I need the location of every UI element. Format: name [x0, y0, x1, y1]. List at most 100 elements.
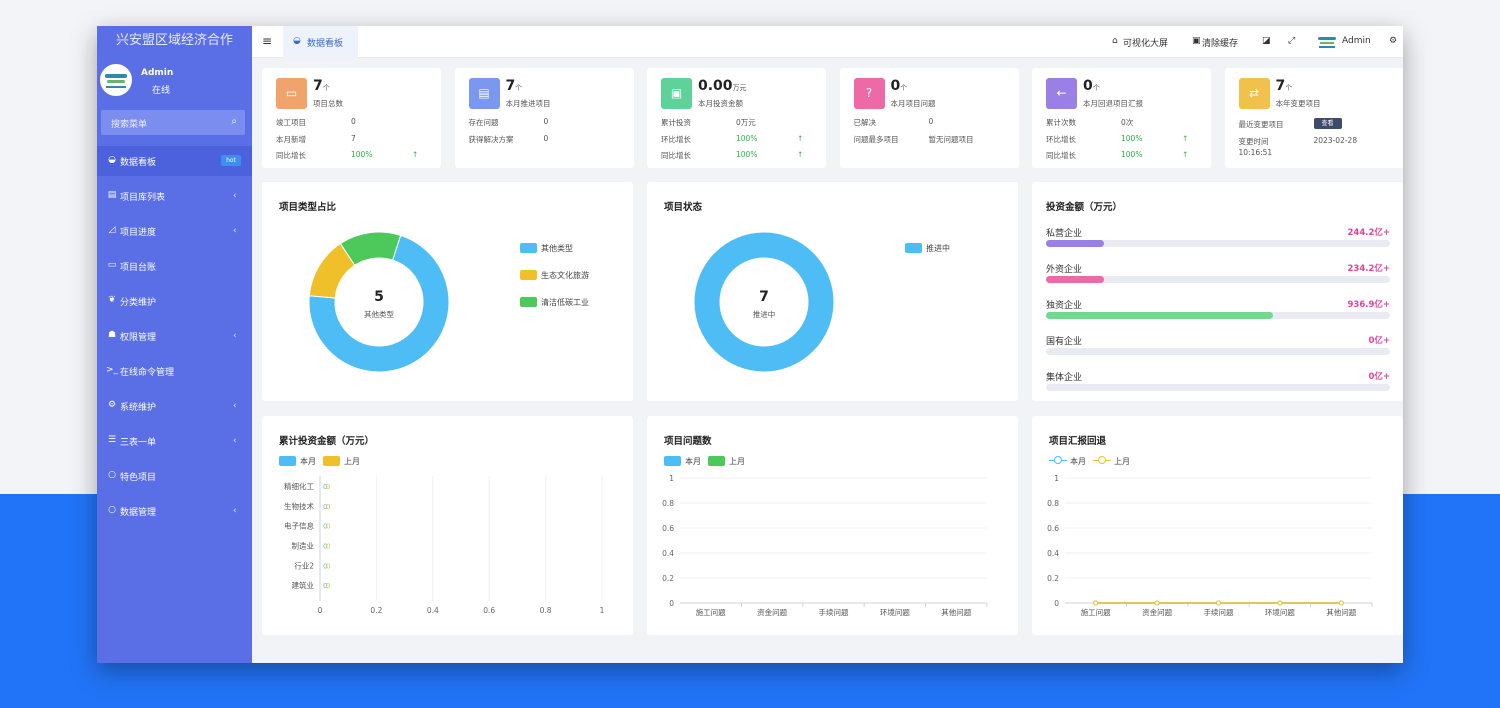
sidebar-item-label: 数据管理 [120, 508, 157, 518]
stat-row-value: 0次 [1121, 118, 1134, 127]
up-arrow-icon: ↑ [797, 150, 804, 159]
stat-label: 本月投资金额 [698, 99, 743, 108]
y-tick-label: 0.6 [1047, 524, 1059, 533]
user-avatar-small[interactable] [1318, 34, 1336, 50]
investment-track [1046, 240, 1390, 247]
series-point[interactable] [1093, 600, 1099, 606]
y-tick-label: 1 [669, 474, 674, 483]
legend-label[interactable]: 生态文化旅游 [541, 270, 589, 281]
sidebar-item-label: 权限管理 [120, 333, 157, 343]
y-category-label: 行业2 [294, 560, 314, 570]
sidebar-item-9[interactable]: ○ 特色项目 [97, 461, 252, 491]
y-tick-label: 0.8 [662, 499, 674, 508]
y-tick-label: 0.2 [1047, 574, 1059, 583]
sidebar-item-label: 项目台账 [120, 263, 157, 273]
settings-icon[interactable]: ⚙ [1389, 36, 1397, 46]
stat-value: 7个 [313, 78, 330, 94]
chevron-left-icon[interactable]: ‹ [233, 401, 237, 411]
stat-number: 7 [313, 78, 323, 94]
legend-swatch[interactable] [905, 243, 922, 253]
menu-search[interactable]: 搜索菜单 ⌕ [101, 110, 245, 135]
stat-row-label: 累计次数 [1046, 118, 1076, 127]
avatar[interactable] [100, 64, 132, 96]
chevron-left-icon[interactable]: ‹ [233, 436, 237, 446]
sidebar-item-10[interactable]: ○ 数据管理 ‹ [97, 496, 252, 526]
stat-number: 0 [890, 78, 901, 94]
legend-label[interactable]: 其他类型 [541, 243, 573, 254]
sidebar-item-6[interactable]: >_ 在线命令管理 [97, 356, 252, 386]
series-point[interactable] [1216, 600, 1221, 606]
legend-swatch[interactable] [520, 270, 537, 280]
y-category-label: 精细化工 [284, 481, 314, 491]
series-point[interactable] [1277, 600, 1283, 606]
x-tick-label: 0 [318, 606, 323, 615]
sidebar-item-label: 数据看板 [120, 158, 157, 168]
chevron-left-icon[interactable]: ‹ [233, 226, 237, 236]
x-category-label: 其他问题 [1326, 607, 1356, 617]
view-button[interactable]: 查看 [1313, 118, 1342, 129]
stat-unit: 个 [515, 84, 523, 92]
series-point[interactable] [1154, 600, 1160, 606]
clear-cache-button[interactable]: 清除缓存 [1202, 36, 1238, 49]
legend-swatch[interactable] [520, 243, 537, 253]
stat-unit: 万元 [732, 84, 747, 92]
home-icon[interactable]: ⌂ [1112, 36, 1118, 46]
bar-value-label: 0 [326, 543, 330, 551]
stat-value: 0.00万元 [698, 78, 747, 94]
stat-unit: 个 [900, 84, 908, 92]
stat-row-value: 100% [1121, 150, 1143, 159]
sidebar-item-5[interactable]: ☗ 权限管理 ‹ [97, 321, 252, 351]
stat-row-value: 0 [928, 117, 934, 126]
sidebar-item-1[interactable]: ▤ 项目库列表 ‹ [97, 181, 252, 211]
x-tick-label: 0.2 [370, 606, 382, 615]
tab-dashboard[interactable]: ◒ 数据看板 [283, 26, 358, 58]
y-tick-label: 1 [1054, 474, 1059, 483]
change-clock: 10:16:51 [1238, 148, 1273, 157]
sidebar-item-2[interactable]: ◿ 项目进度 ‹ [97, 216, 252, 246]
fullscreen-icon[interactable]: ⤢ [1288, 36, 1295, 46]
stat-row-value: 暂无问题项目 [928, 134, 974, 144]
bar-value-label: 0 [326, 523, 330, 531]
stat-unit: 个 [1092, 84, 1100, 92]
investment-fill [1046, 240, 1105, 247]
legend-label[interactable]: 清洁低碳工业 [541, 297, 589, 308]
document-icon: ▤ [468, 78, 500, 109]
investment-card: 投资金额（万元） 私营企业 244.2亿+ 外资企业 234.2亿+ 独资企业 936.9… [1032, 182, 1403, 401]
investment-label: 外资企业 [1046, 265, 1083, 275]
investment-label: 国有企业 [1046, 337, 1083, 347]
user-status: 在线 [152, 86, 171, 96]
stat-unit: 个 [322, 84, 330, 92]
language-icon[interactable]: ◪ [1262, 36, 1271, 46]
book-icon: ▭ [107, 260, 117, 270]
stat-row-label: 累计投资 [661, 118, 691, 127]
search-icon[interactable]: ⌕ [231, 116, 237, 127]
stat-value: 0个 [1083, 78, 1100, 94]
investment-value: 0亿+ [1368, 372, 1390, 382]
sidebar-item-0[interactable]: ◒ 数据看板 hot [97, 146, 252, 176]
trash-icon[interactable]: ▣ [1192, 36, 1201, 46]
chevron-left-icon[interactable]: ‹ [233, 191, 237, 201]
search-input[interactable]: 搜索菜单 [111, 117, 147, 130]
legend-label[interactable]: 推进中 [926, 243, 950, 254]
chevron-left-icon[interactable]: ‹ [233, 331, 237, 341]
stat-row-label: 同比增长 [661, 151, 691, 160]
sidebar-item-7[interactable]: ⚙ 系统维护 ‹ [97, 391, 252, 421]
chevron-left-icon[interactable]: ‹ [233, 506, 237, 516]
stat-row-value: 0 [351, 117, 356, 126]
y-tick-label: 0.8 [1047, 499, 1059, 508]
menu-toggle-icon[interactable]: ≡ [262, 34, 272, 48]
sidebar-item-8[interactable]: ☰ 三表一单 ‹ [97, 426, 252, 456]
sidebar-item-4[interactable]: ❦ 分类维护 [97, 286, 252, 316]
type-center-label: 其他类型 [364, 309, 394, 319]
sidebar-item-3[interactable]: ▭ 项目台账 [97, 251, 252, 281]
database-icon: ▤ [107, 190, 117, 200]
series-point[interactable] [1338, 600, 1344, 606]
user-menu[interactable]: Admin [1342, 36, 1371, 46]
bar-value-label: 0 [326, 503, 330, 511]
stat-card-3: ? 0个 本月项目问题 已解决 0 问题最多项目 暂无问题项目 [839, 68, 1019, 168]
stat-card-4: ← 0个 本月回退项目汇报 累计次数 0次 环比增长 100% ↑ 同比增长 100% ↑ [1032, 68, 1211, 168]
type-donut: 5 其他类型 [308, 231, 450, 373]
legend-swatch[interactable] [520, 297, 537, 307]
stat-label: 本月回退项目汇报 [1083, 99, 1143, 108]
visual-screen-button[interactable]: 可视化大屏 [1123, 36, 1168, 49]
